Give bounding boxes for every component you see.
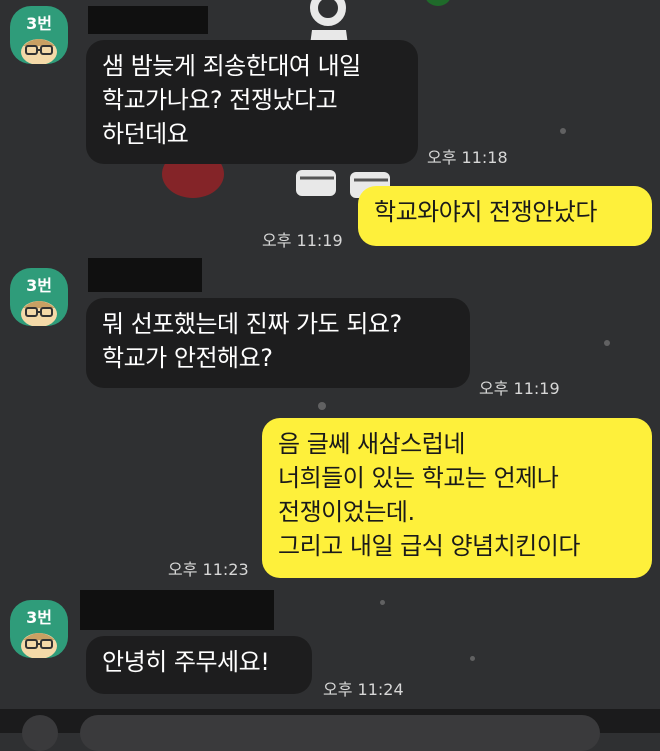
message-time: 오후 11:19 xyxy=(262,231,343,250)
sender-name-redacted xyxy=(80,590,274,630)
avatar-label: 3번 xyxy=(26,14,52,33)
avatar[interactable]: 3번 xyxy=(10,268,68,326)
message-bubble-incoming[interactable]: 안녕히 주무세요! xyxy=(86,636,312,694)
message-line: 학교가 안전해요? xyxy=(102,344,273,372)
avatar-label: 3번 xyxy=(26,608,52,627)
attach-button[interactable] xyxy=(22,715,58,751)
background-decoration xyxy=(425,0,451,6)
background-dot xyxy=(604,340,610,346)
avatar[interactable]: 3번 xyxy=(10,600,68,658)
message-line: 하던데요 xyxy=(102,120,189,148)
avatar-face-icon xyxy=(21,39,57,64)
message-time: 오후 11:23 xyxy=(168,560,249,579)
message-time: 오후 11:19 xyxy=(479,379,560,398)
message-line: 학교와야지 전쟁안났다 xyxy=(374,198,597,226)
background-dot xyxy=(318,402,326,410)
message-bubble-incoming[interactable]: 뭐 선포했는데 진짜 가도 되요? 학교가 안전해요? xyxy=(86,298,470,388)
avatar-face-icon xyxy=(21,301,57,326)
background-dot xyxy=(560,128,566,134)
message-line: 그리고 내일 급식 양념치킨이다 xyxy=(278,532,580,560)
message-time: 오후 11:24 xyxy=(323,680,404,699)
message-line: 학교가나요? 전쟁났다고 xyxy=(102,86,338,114)
message-line: 뭐 선포했는데 진짜 가도 되요? xyxy=(102,310,402,338)
avatar-face-icon xyxy=(21,633,57,658)
message-line: 샘 밤늦게 죄송한대여 내일 xyxy=(102,52,361,80)
message-line: 전쟁이었는데. xyxy=(278,498,415,526)
message-time: 오후 11:18 xyxy=(427,148,508,167)
message-bubble-outgoing[interactable]: 음 글쎄 새삼스럽네 너희들이 있는 학교는 언제나 전쟁이었는데. 그리고 내… xyxy=(262,418,652,578)
message-line: 안녕히 주무세요! xyxy=(102,648,270,676)
message-line: 너희들이 있는 학교는 언제나 xyxy=(278,464,559,492)
sender-name-redacted xyxy=(88,6,208,34)
avatar[interactable]: 3번 xyxy=(10,6,68,64)
avatar-label: 3번 xyxy=(26,276,52,295)
message-bubble-incoming[interactable]: 샘 밤늦게 죄송한대여 내일 학교가나요? 전쟁났다고 하던데요 xyxy=(86,40,418,164)
message-line: 음 글쎄 새삼스럽네 xyxy=(278,430,465,458)
message-input[interactable] xyxy=(80,715,600,751)
background-dot xyxy=(470,656,475,661)
sender-name-redacted xyxy=(88,258,202,292)
background-dot xyxy=(380,600,385,605)
message-bubble-outgoing[interactable]: 학교와야지 전쟁안났다 xyxy=(358,186,652,246)
